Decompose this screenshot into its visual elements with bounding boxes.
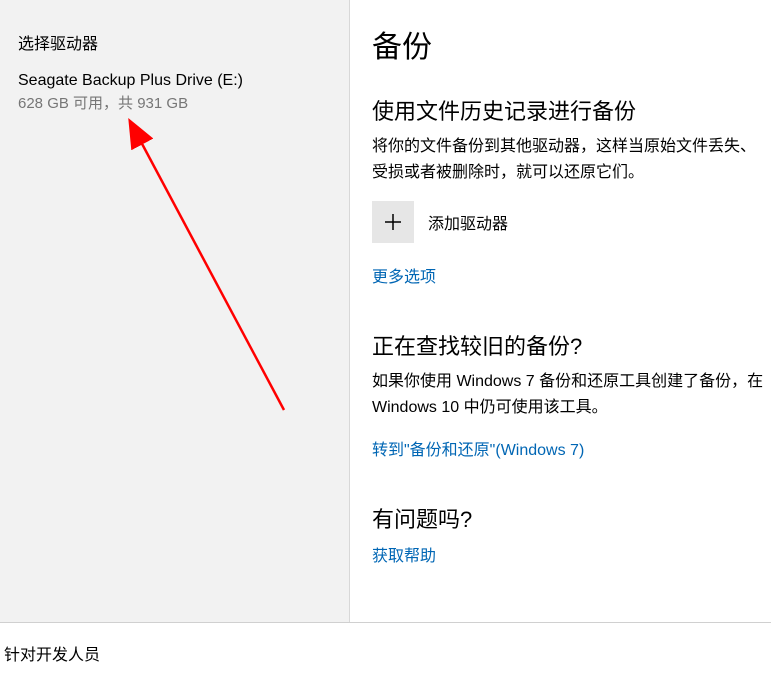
section-text-file-history: 将你的文件备份到其他驱动器，这样当原始文件丢失、受损或者被删除时，就可以还原它们…	[372, 134, 771, 185]
page-title: 备份	[372, 22, 771, 66]
plus-icon	[372, 201, 414, 243]
go-to-backup-restore-link[interactable]: 转到"备份和还原"(Windows 7)	[372, 436, 584, 460]
add-drive-button[interactable]: 添加驱动器	[372, 201, 771, 243]
developer-footer-label: 针对开发人员	[4, 647, 100, 664]
section-heading-file-history: 使用文件历史记录进行备份	[372, 94, 771, 126]
section-help: 有问题吗? 获取帮助	[372, 502, 771, 566]
drive-space-info: 628 GB 可用，共 931 GB	[18, 92, 331, 113]
section-heading-older-backup: 正在查找较旧的备份?	[372, 329, 771, 361]
sidebar-title: 选择驱动器	[18, 30, 331, 54]
more-options-link[interactable]: 更多选项	[372, 263, 436, 287]
section-older-backup: 正在查找较旧的备份? 如果你使用 Windows 7 备份和还原工具创建了备份，…	[372, 329, 771, 502]
section-heading-help: 有问题吗?	[372, 502, 771, 534]
section-text-older-backup: 如果你使用 Windows 7 备份和还原工具创建了备份，在 Windows 1…	[372, 369, 771, 420]
drive-item-seagate[interactable]: Seagate Backup Plus Drive (E:) 628 GB 可用…	[18, 72, 331, 113]
add-drive-label: 添加驱动器	[428, 210, 508, 234]
section-file-history: 使用文件历史记录进行备份 将你的文件备份到其他驱动器，这样当原始文件丢失、受损或…	[372, 94, 771, 329]
get-help-link[interactable]: 获取帮助	[372, 542, 436, 566]
drive-select-sidebar: 选择驱动器 Seagate Backup Plus Drive (E:) 628…	[0, 0, 350, 622]
backup-main-panel: 备份 使用文件历史记录进行备份 将你的文件备份到其他驱动器，这样当原始文件丢失、…	[350, 0, 771, 622]
drive-name: Seagate Backup Plus Drive (E:)	[18, 72, 331, 90]
developer-footer[interactable]: 针对开发人员	[0, 623, 771, 665]
